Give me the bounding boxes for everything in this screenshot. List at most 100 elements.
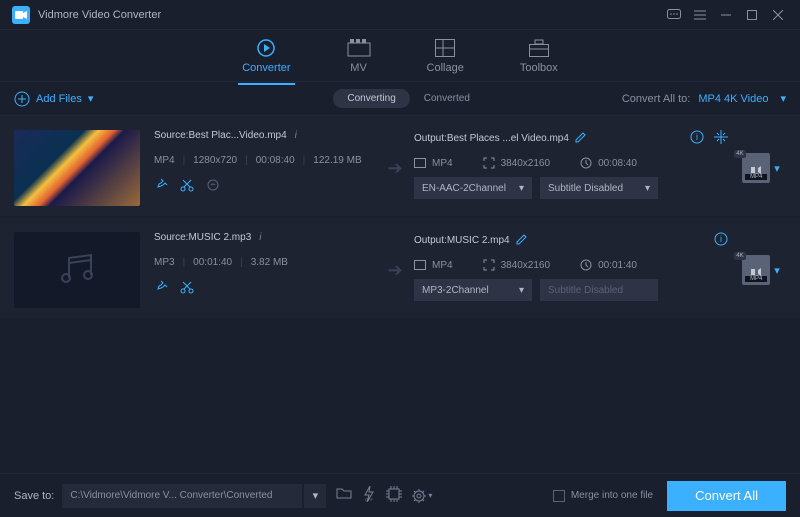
info-output-icon[interactable]: i: [714, 232, 728, 249]
source-filename: MUSIC 2.mp3: [188, 232, 251, 243]
output-filename: Best Places ...el Video.mp4: [447, 133, 569, 144]
rename-icon[interactable]: [575, 131, 587, 146]
maximize-icon[interactable]: [742, 5, 762, 25]
output-column: Output: Best Places ...el Video.mp4 i MP…: [414, 130, 728, 206]
nav-converter-label: Converter: [242, 62, 290, 74]
nav-collage-label: Collage: [427, 62, 464, 74]
nav-toolbox[interactable]: Toolbox: [520, 38, 558, 74]
svg-text:OFF: OFF: [365, 497, 374, 502]
source-title: Source: Best Plac...Video.mp4 i: [154, 130, 380, 141]
merge-checkbox[interactable]: Merge into one file: [553, 490, 653, 502]
toolbox-icon: [527, 38, 551, 58]
output-duration: 00:08:40: [580, 157, 637, 169]
feedback-icon[interactable]: [664, 5, 684, 25]
source-filename: Best Plac...Video.mp4: [188, 130, 286, 141]
converter-icon: [254, 38, 278, 58]
edit-icon[interactable]: [154, 280, 168, 297]
output-duration: 00:01:40: [580, 259, 637, 271]
thumbnail[interactable]: [14, 232, 140, 308]
svg-text:i: i: [696, 132, 698, 142]
rename-icon[interactable]: [516, 233, 528, 248]
source-meta: MP3 00:01:40 3.82 MB: [154, 257, 380, 268]
nav-mv-label: MV: [350, 62, 367, 74]
convert-all-label: Convert All to:: [622, 93, 690, 105]
save-path-field[interactable]: C:\Vidmore\Vidmore V... Converter\Conver…: [62, 484, 302, 508]
merge-label: Merge into one file: [571, 490, 653, 501]
edit-icon[interactable]: [154, 178, 168, 195]
chevron-down-icon: ▾: [519, 285, 524, 296]
nav-collage[interactable]: Collage: [427, 38, 464, 74]
cut-icon[interactable]: [180, 178, 194, 195]
source-prefix: Source:: [154, 232, 188, 243]
footer: Save to: C:\Vidmore\Vidmore V... Convert…: [0, 473, 800, 517]
source-tools: [154, 280, 380, 297]
menu-icon[interactable]: [690, 5, 710, 25]
subtitle-select[interactable]: Subtitle Disabled▾: [540, 177, 658, 199]
save-path-dropdown[interactable]: ▾: [304, 484, 326, 508]
app-title: Vidmore Video Converter: [38, 9, 161, 21]
source-tools: [154, 178, 380, 195]
chevron-down-icon: ▾: [780, 92, 786, 105]
arrow-icon: ➔: [380, 130, 410, 206]
gpu-icon[interactable]: [386, 486, 402, 505]
convert-all-value: MP4 4K Video: [698, 93, 768, 105]
minimize-icon[interactable]: [716, 5, 736, 25]
badge-format: MP4: [745, 174, 767, 180]
svg-text:i: i: [720, 234, 722, 244]
open-folder-icon[interactable]: [336, 486, 352, 505]
output-selects: EN-AAC-2Channel▾ Subtitle Disabled▾: [414, 177, 728, 199]
output-prefix: Output:: [414, 235, 447, 246]
chevron-down-icon: ▾: [774, 264, 780, 277]
info-icon[interactable]: i: [295, 130, 297, 141]
source-duration: 00:01:40: [183, 257, 233, 268]
output-meta: MP4 3840x2160 00:08:40: [414, 157, 728, 169]
nav-toolbox-label: Toolbox: [520, 62, 558, 74]
nav-converter[interactable]: Converter: [242, 38, 290, 74]
convert-all-button[interactable]: Convert All: [667, 481, 786, 511]
settings-icon[interactable]: ▾: [412, 486, 432, 505]
convert-all-format[interactable]: MP4 4K Video ▾: [698, 92, 786, 105]
info-icon[interactable]: i: [259, 232, 261, 243]
thumbnail[interactable]: [14, 130, 140, 206]
output-format: MP4: [414, 158, 453, 169]
output-format-badge[interactable]: 4K MP4 ▾: [736, 232, 786, 308]
save-to-label: Save to:: [14, 490, 54, 502]
compress-icon[interactable]: [714, 130, 728, 147]
source-prefix: Source:: [154, 130, 188, 141]
output-selects: MP3-2Channel▾ Subtitle Disabled: [414, 279, 728, 301]
add-files-button[interactable]: Add Files ▾: [14, 91, 93, 107]
source-column: Source: MUSIC 2.mp3 i MP3 00:01:40 3.82 …: [154, 232, 380, 308]
nav-mv[interactable]: MV: [347, 38, 371, 74]
output-format-badge[interactable]: 4K MP4 ▾: [736, 130, 786, 206]
source-meta: MP4 1280x720 00:08:40 122.19 MB: [154, 155, 380, 166]
enhance-icon[interactable]: [206, 178, 220, 195]
tab-converted[interactable]: Converted: [410, 89, 484, 108]
nav-bar: Converter MV Collage Toolbox: [0, 30, 800, 82]
chevron-down-icon: ▾: [519, 183, 524, 194]
chevron-down-icon: ▾: [88, 92, 94, 105]
arrow-icon: ➔: [380, 232, 410, 308]
tab-converting[interactable]: Converting: [333, 89, 409, 108]
chevron-down-icon: ▾: [645, 183, 650, 194]
output-title-row: Output: MUSIC 2.mp4 i: [414, 232, 728, 249]
audio-select[interactable]: EN-AAC-2Channel▾: [414, 177, 532, 199]
app-logo: [12, 6, 30, 24]
source-title: Source: MUSIC 2.mp3 i: [154, 232, 380, 243]
list-item: Source: MUSIC 2.mp3 i MP3 00:01:40 3.82 …: [0, 218, 800, 318]
output-resolution: 3840x2160: [483, 259, 551, 271]
chevron-down-icon: ▾: [774, 162, 780, 175]
cut-icon[interactable]: [180, 280, 194, 297]
source-format: MP3: [154, 257, 175, 268]
convert-all-row: Convert All to: MP4 4K Video ▾: [622, 92, 786, 105]
source-column: Source: Best Plac...Video.mp4 i MP4 1280…: [154, 130, 380, 206]
audio-select[interactable]: MP3-2Channel▾: [414, 279, 532, 301]
mv-icon: [347, 38, 371, 58]
hardware-accel-icon[interactable]: OFF: [362, 486, 376, 505]
info-output-icon[interactable]: i: [690, 130, 704, 147]
close-icon[interactable]: [768, 5, 788, 25]
source-size: 122.19 MB: [303, 155, 362, 166]
subtitle-select[interactable]: Subtitle Disabled: [540, 279, 658, 301]
output-resolution: 3840x2160: [483, 157, 551, 169]
output-title-row: Output: Best Places ...el Video.mp4 i: [414, 130, 728, 147]
output-filename: MUSIC 2.mp4: [447, 235, 510, 246]
